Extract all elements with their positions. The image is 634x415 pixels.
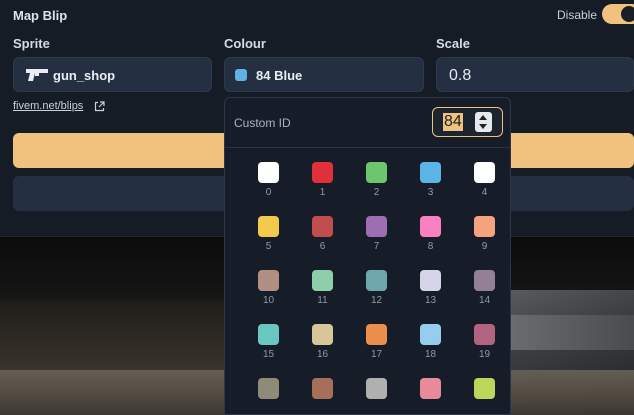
colour-option-swatch [420, 378, 441, 399]
colour-option[interactable] [247, 378, 287, 414]
disable-toggle[interactable] [602, 4, 634, 24]
colour-option-id: 7 [373, 241, 380, 252]
colour-option-swatch [474, 216, 495, 237]
colour-option-swatch [312, 324, 333, 345]
colour-option[interactable]: 16 [301, 324, 341, 366]
colour-option-swatch [258, 162, 279, 183]
colour-option-swatch [474, 162, 495, 183]
pistol-icon [26, 69, 48, 81]
colour-option-id: 19 [478, 349, 491, 360]
number-spinner[interactable] [475, 112, 492, 132]
colour-option-id: 11 [317, 295, 328, 306]
colour-option-swatch [312, 378, 333, 399]
colour-option-swatch [258, 216, 279, 237]
colour-option[interactable]: 1 [301, 162, 341, 204]
scale-input[interactable]: 0.8 [436, 57, 634, 92]
colour-option-swatch [420, 162, 441, 183]
colour-option[interactable]: 2 [355, 162, 395, 204]
colour-option[interactable]: 18 [409, 324, 449, 366]
colour-option[interactable] [355, 378, 395, 414]
colour-option[interactable]: 17 [355, 324, 395, 366]
colour-option[interactable]: 12 [355, 270, 395, 312]
colour-option-swatch [474, 270, 495, 291]
custom-id-label: Custom ID [234, 116, 291, 130]
colour-label: Colour [224, 36, 266, 51]
colour-option-id: 0 [265, 187, 272, 198]
colour-option-id: 3 [427, 187, 434, 198]
colour-option-swatch [420, 216, 441, 237]
scale-value: 0.8 [449, 67, 472, 84]
colour-swatch [235, 69, 247, 81]
colour-option-swatch [312, 270, 333, 291]
custom-id-row: Custom ID 84 [225, 98, 510, 148]
colour-option-id: 17 [370, 349, 383, 360]
colour-option-id: 5 [265, 241, 272, 252]
colour-option-swatch [258, 378, 279, 399]
colour-option[interactable]: 19 [463, 324, 503, 366]
colour-option-swatch [474, 324, 495, 345]
colour-option-id: 10 [262, 295, 275, 306]
panel-title: Map Blip [13, 8, 68, 23]
scale-label: Scale [436, 36, 470, 51]
colour-option-id: 6 [319, 241, 326, 252]
colour-option[interactable]: 4 [463, 162, 503, 204]
colour-option[interactable]: 11 [301, 270, 341, 312]
colour-option-id: 15 [262, 349, 275, 360]
custom-id-value: 84 [443, 113, 463, 131]
colour-option-swatch [420, 270, 441, 291]
blips-link[interactable]: fivem.net/blips [13, 100, 83, 112]
colour-option-swatch [258, 270, 279, 291]
colour-option-swatch [474, 378, 495, 399]
colour-option-id: 1 [319, 187, 326, 198]
colour-option[interactable] [463, 378, 503, 414]
sprite-select[interactable]: gun_shop [13, 57, 212, 92]
colour-option-id: 4 [481, 187, 488, 198]
custom-id-input[interactable]: 84 [432, 107, 503, 137]
colour-option-id: 13 [424, 295, 437, 306]
colour-option[interactable] [409, 378, 449, 414]
colour-option-swatch [312, 162, 333, 183]
colour-option-swatch [366, 270, 387, 291]
colour-option-id: 9 [481, 241, 488, 252]
colour-value: 84 Blue [256, 68, 303, 83]
colour-option[interactable]: 8 [409, 216, 449, 258]
colour-option[interactable] [301, 378, 341, 414]
colour-option-swatch [420, 324, 441, 345]
background-ledge [510, 315, 634, 350]
toggle-knob [621, 6, 634, 22]
colour-option[interactable]: 5 [247, 216, 287, 258]
colour-option-id: 2 [373, 187, 380, 198]
colour-option-swatch [366, 216, 387, 237]
increment-arrow-icon[interactable] [479, 115, 487, 120]
colour-option[interactable]: 14 [463, 270, 503, 312]
external-link-icon[interactable] [94, 101, 105, 112]
colour-option[interactable]: 6 [301, 216, 341, 258]
colour-select[interactable]: 84 Blue [224, 57, 424, 92]
colour-option-id: 8 [427, 241, 434, 252]
colour-option-id: 12 [370, 295, 383, 306]
colour-option-swatch [258, 324, 279, 345]
colour-option[interactable]: 0 [247, 162, 287, 204]
decrement-arrow-icon[interactable] [479, 124, 487, 129]
colour-option[interactable]: 7 [355, 216, 395, 258]
colour-option[interactable]: 10 [247, 270, 287, 312]
colour-option-id: 18 [424, 349, 437, 360]
colour-dropdown: Custom ID 84 0 1 2 3 4 5 6 7 8 9 10 11 12 13 14 15 16 17 1… [224, 97, 511, 415]
colour-option-swatch [366, 162, 387, 183]
colour-option-swatch [366, 378, 387, 399]
colour-option[interactable]: 15 [247, 324, 287, 366]
colour-option[interactable]: 3 [409, 162, 449, 204]
colour-option[interactable]: 9 [463, 216, 503, 258]
sprite-value: gun_shop [53, 68, 116, 83]
colour-option-id: 16 [316, 349, 329, 360]
colour-option-swatch [312, 216, 333, 237]
sprite-label: Sprite [13, 36, 50, 51]
colour-option-swatch [366, 324, 387, 345]
colour-option-id: 14 [478, 295, 491, 306]
disable-label: Disable [557, 8, 598, 22]
colour-option[interactable]: 13 [409, 270, 449, 312]
